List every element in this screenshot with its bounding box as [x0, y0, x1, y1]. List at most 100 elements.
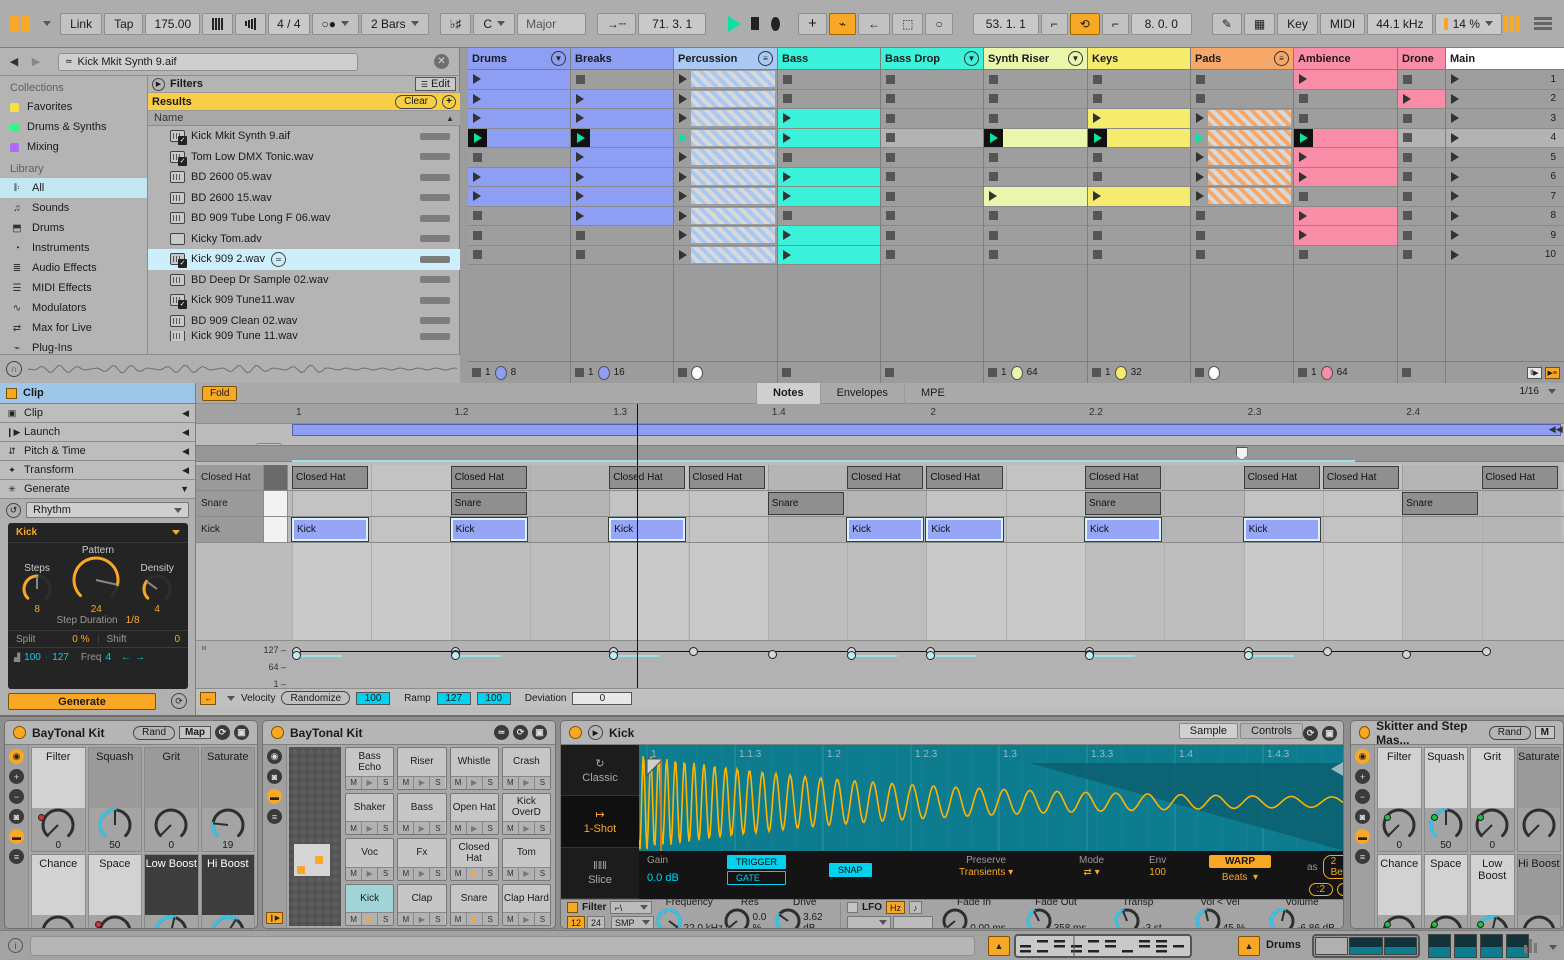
pad-play-button[interactable]: ▶ — [466, 913, 483, 925]
clip-slot[interactable] — [571, 89, 673, 109]
clip-slot[interactable] — [1294, 226, 1397, 246]
density-knob[interactable]: Density 4 — [141, 563, 174, 615]
clip-overview-minimap[interactable] — [1014, 934, 1192, 958]
clip-slot[interactable] — [984, 109, 1087, 129]
clip-slot[interactable] — [571, 109, 673, 129]
midi-note[interactable]: Kick — [290, 517, 370, 542]
scene-slot[interactable]: 9 — [1446, 226, 1564, 246]
clip-slot[interactable] — [1191, 128, 1293, 148]
param-knob[interactable] — [942, 908, 968, 928]
clip-slot[interactable] — [881, 167, 983, 187]
clip-stop-icon[interactable] — [473, 250, 482, 260]
clip-slot[interactable] — [778, 148, 880, 168]
ramp-to-field[interactable]: 100 — [476, 691, 511, 705]
snap-button[interactable]: SNAP — [829, 863, 872, 877]
macro-filter[interactable]: Filter 0 — [31, 747, 86, 852]
macro-knob[interactable] — [154, 808, 188, 842]
pad-play-button[interactable]: ▶ — [466, 822, 483, 834]
playing-clip-indicator[interactable] — [984, 128, 1003, 147]
warp-button[interactable]: WARP — [1209, 855, 1271, 868]
grid-cell[interactable] — [529, 491, 610, 516]
browser-back-button[interactable]: ◀ — [6, 54, 22, 70]
clip-slot[interactable] — [778, 70, 880, 90]
macro-saturate[interactable]: Saturate 19 — [200, 747, 255, 852]
midi-note[interactable]: Kick — [925, 517, 1004, 542]
pad-solo-button[interactable]: S — [482, 913, 498, 925]
clip-slot[interactable] — [984, 245, 1087, 265]
grid-cell[interactable] — [609, 491, 689, 516]
key-map-button[interactable]: Key — [1277, 12, 1318, 35]
clip-play-icon[interactable] — [679, 113, 687, 124]
track-header[interactable]: Bass Drop ▼ — [881, 48, 983, 70]
lfo-toggle[interactable] — [847, 902, 858, 913]
file-row[interactable]: Tom Low DMX Tonic.wav — [148, 147, 460, 168]
io-button[interactable]: ❙▶ — [265, 912, 284, 924]
velocity-marker[interactable] — [688, 647, 698, 656]
clip-play-icon[interactable] — [576, 171, 584, 182]
warp-length-field[interactable]: 2 Beats — [1322, 855, 1343, 879]
clip-stop-icon[interactable] — [1299, 250, 1308, 260]
clip-play-icon[interactable] — [679, 210, 687, 221]
velocity-marker-selected[interactable] — [1243, 651, 1253, 661]
hot-swap-wave-icon[interactable]: ≃ — [494, 725, 509, 740]
clip-slot[interactable] — [468, 167, 570, 187]
clip-play-icon[interactable] — [783, 113, 791, 124]
clip-stop-icon[interactable] — [989, 74, 998, 84]
clip-slot[interactable] — [468, 148, 570, 168]
clip-play-icon[interactable] — [1299, 152, 1307, 163]
device-chain-expand-button[interactable]: ▲ — [1238, 936, 1260, 956]
clip-slot[interactable] — [1398, 167, 1445, 187]
pad-solo-button[interactable]: S — [534, 867, 550, 880]
grid-cell[interactable] — [1243, 491, 1323, 516]
add-filter-button[interactable]: + — [442, 94, 456, 109]
steps-knob[interactable]: Steps 8 — [22, 563, 52, 615]
arrangement-view-toggle[interactable] — [1533, 17, 1552, 30]
library-item-drums[interactable]: ⬒ Drums — [0, 218, 147, 238]
clip-stop-icon[interactable] — [473, 152, 482, 162]
clip-slot[interactable] — [984, 70, 1087, 90]
arrangement-overview-icon[interactable]: ‖▶ — [1527, 366, 1542, 379]
track-stop-icon[interactable] — [1092, 368, 1101, 377]
macro-knob[interactable] — [1522, 915, 1556, 928]
track-stop-icon[interactable] — [782, 368, 791, 377]
deviation-field[interactable]: 0 — [572, 691, 633, 705]
section-pitch-time[interactable]: ⇵ Pitch & Time ◀ — [0, 442, 195, 461]
track-header[interactable]: Synth Riser ▼ — [984, 48, 1087, 70]
clip-play-icon[interactable] — [1299, 74, 1307, 85]
clip-play-icon[interactable] — [1299, 230, 1307, 241]
library-item-midi-effects[interactable]: ☰ MIDI Effects — [0, 278, 147, 298]
tab-envelopes[interactable]: Envelopes — [819, 383, 904, 404]
clip-stop-icon[interactable] — [886, 74, 895, 84]
grid-cell[interactable] — [688, 491, 768, 516]
clip-stop-icon[interactable] — [576, 230, 585, 240]
macro-knob[interactable] — [98, 915, 132, 928]
clip-slot[interactable] — [881, 148, 983, 168]
pad-mute-button[interactable]: M — [502, 776, 519, 789]
clip-slot[interactable] — [984, 206, 1087, 226]
clip-slot[interactable] — [468, 187, 570, 207]
clip-stop-icon[interactable] — [886, 172, 895, 182]
cpu-meter[interactable]: 14 % — [1434, 12, 1502, 35]
clip-slot[interactable] — [1088, 89, 1190, 109]
clip-play-icon[interactable] — [473, 74, 481, 85]
section-clip[interactable]: ▣ Clip ◀ — [0, 404, 195, 423]
freq-right-arrow[interactable]: → — [135, 652, 145, 663]
pad-mute-button[interactable]: M — [398, 913, 415, 925]
output-meter-icon[interactable] — [1524, 939, 1537, 953]
clear-results-button[interactable]: Clear — [395, 94, 437, 109]
midi-note[interactable]: Kick — [1083, 517, 1163, 542]
loop-length-field[interactable]: 8. 0. 0 — [1130, 12, 1192, 35]
file-row[interactable]: BD 909 Clean 02.wav — [148, 311, 460, 332]
library-item-instruments[interactable]: ◔ Instruments — [0, 238, 147, 258]
clip-slot[interactable] — [571, 206, 673, 226]
clip-panel-header[interactable]: Clip — [0, 383, 195, 404]
drum-pad-whistle[interactable]: Whistle M ▶ S — [449, 747, 499, 790]
piano-key[interactable] — [264, 465, 288, 490]
playing-clip-indicator[interactable] — [468, 128, 487, 147]
rand-button[interactable]: Rand — [133, 725, 175, 740]
sort-icon[interactable]: ▲ — [446, 114, 454, 123]
session-view-toggle[interactable] — [1503, 15, 1520, 32]
expanded-chevron-icon[interactable]: ▼ — [180, 484, 189, 494]
clip-stop-icon[interactable] — [1403, 211, 1412, 221]
drum-pad-riser[interactable]: Riser M ▶ S — [397, 747, 447, 790]
